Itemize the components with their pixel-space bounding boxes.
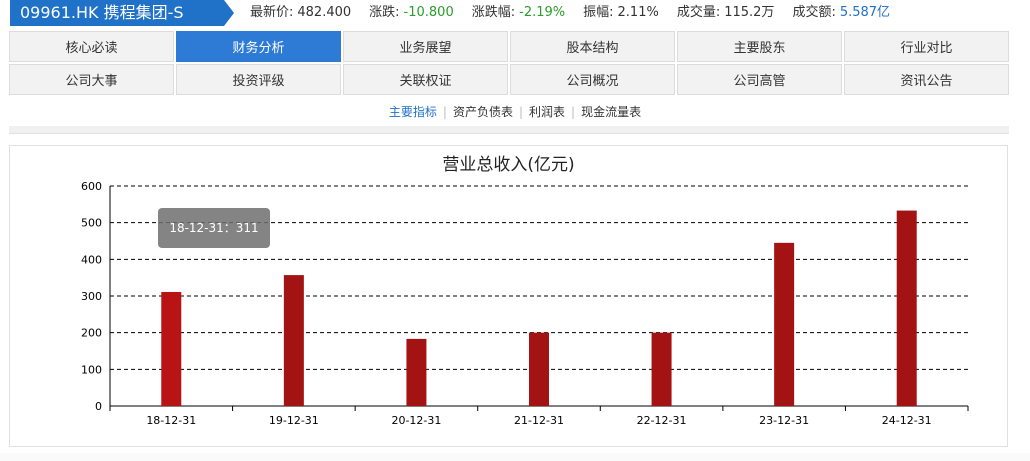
x-tick-label: 20-12-31 xyxy=(391,414,441,427)
tab-3[interactable]: 股本结构 xyxy=(510,31,675,62)
title-arrow-shape xyxy=(224,0,234,26)
quote-field-value: 115.2万 xyxy=(724,5,775,20)
subnav-item-0[interactable]: 主要指标 xyxy=(383,103,443,121)
quote-field: 成交额: 5.587亿 xyxy=(792,0,890,26)
tab-5[interactable]: 行业对比 xyxy=(844,31,1009,62)
quote-field: 成交量: 115.2万 xyxy=(677,0,775,26)
y-tick-label: 0 xyxy=(95,400,102,413)
tab-6[interactable]: 公司大事 xyxy=(9,64,174,95)
y-tick-label: 400 xyxy=(81,253,102,266)
x-tick-label: 21-12-31 xyxy=(514,414,564,427)
subnav-item-2[interactable]: 利润表 xyxy=(523,103,571,121)
bar-20-12-31 xyxy=(406,338,427,406)
tab-11[interactable]: 资讯公告 xyxy=(844,64,1009,95)
quote-field-label: 成交量: xyxy=(676,5,721,20)
stock-title: 09961.HK 携程集团-S xyxy=(10,0,234,26)
x-tick-label: 22-12-31 xyxy=(637,414,687,427)
quote-field: 涨跌幅: -2.19% xyxy=(472,0,565,26)
quote-field-label: 成交额: xyxy=(792,5,836,20)
footer-note xyxy=(0,453,1030,461)
x-tick-label: 23-12-31 xyxy=(759,414,809,427)
y-tick-label: 200 xyxy=(81,327,102,340)
quote-fields: 最新价: 482.400 涨跌: -10.800 涨跌幅: -2.19% 振幅: 2.11% 成… xyxy=(250,0,908,26)
chart-tooltip: 18-12-31：311 xyxy=(158,208,270,248)
quote-field: 振幅: 2.11% xyxy=(583,0,659,26)
quote-field-value: 5.587亿 xyxy=(839,5,891,20)
section-tabs: 核心必读 财务分析 业务展望 股本结构 主要股东 行业对比公司大事 投资评级 关联权证 公司概况… xyxy=(9,31,1009,95)
revenue-bar-chart: 0 100 200 300 400 500 600 18-12-31 19-12-31 20-12… xyxy=(81,180,969,427)
subnav-item-3[interactable]: 现金流量表 xyxy=(575,103,647,121)
revenue-chart-panel: 营业总收入(亿元) 0 100 200 300 400 500 600 18-12-31 19-… xyxy=(9,145,1008,447)
quote-field-value: 2.11% xyxy=(617,5,659,20)
quote-field-value: -2.19% xyxy=(519,5,566,20)
bar-18-12-31 xyxy=(161,291,182,406)
quote-field-value: 482.400 xyxy=(297,5,352,20)
y-tick-label: 300 xyxy=(81,290,102,303)
tab-1[interactable]: 财务分析 xyxy=(176,31,341,62)
divider-band xyxy=(9,126,1009,134)
bar-21-12-31 xyxy=(529,332,549,406)
bar-23-12-31 xyxy=(774,242,795,406)
bar-19-12-31 xyxy=(283,275,304,406)
x-tick-label: 18-12-31 xyxy=(146,414,196,427)
x-tick-label: 24-12-31 xyxy=(882,414,932,427)
y-tick-label: 600 xyxy=(81,180,102,193)
bar-24-12-31 xyxy=(896,210,917,406)
quote-field-label: 涨跌: xyxy=(369,5,400,20)
quote-field-label: 最新价: xyxy=(250,5,294,20)
tab-7[interactable]: 投资评级 xyxy=(176,64,341,95)
stock-title-text: 09961.HK 携程集团-S xyxy=(20,3,184,22)
bar-22-12-31 xyxy=(651,332,672,406)
quote-field: 最新价: 482.400 xyxy=(250,0,351,26)
y-tick-label: 500 xyxy=(81,217,102,230)
quote-field-label: 涨跌幅: xyxy=(471,5,516,20)
quote-field-label: 振幅: xyxy=(583,5,614,20)
tab-4[interactable]: 主要股东 xyxy=(677,31,842,62)
x-tick-label: 19-12-31 xyxy=(269,414,319,427)
tab-9[interactable]: 公司概况 xyxy=(510,64,675,95)
tab-0[interactable]: 核心必读 xyxy=(9,31,174,62)
tab-2[interactable]: 业务展望 xyxy=(343,31,508,62)
quote-field: 涨跌: -10.800 xyxy=(369,0,454,26)
quote-bar: 09961.HK 携程集团-S 最新价: 482.400 涨跌: -10.800 涨跌幅… xyxy=(0,0,1030,28)
finance-subnav: 主要指标 | 资产负债表 | 利润表 | 现金流量表 xyxy=(0,103,1030,121)
tab-10[interactable]: 公司高管 xyxy=(677,64,842,95)
y-tick-label: 100 xyxy=(81,363,102,376)
subnav-item-1[interactable]: 资产负债表 xyxy=(447,103,519,121)
tab-8[interactable]: 关联权证 xyxy=(343,64,508,95)
quote-field-value: -10.800 xyxy=(403,5,454,20)
